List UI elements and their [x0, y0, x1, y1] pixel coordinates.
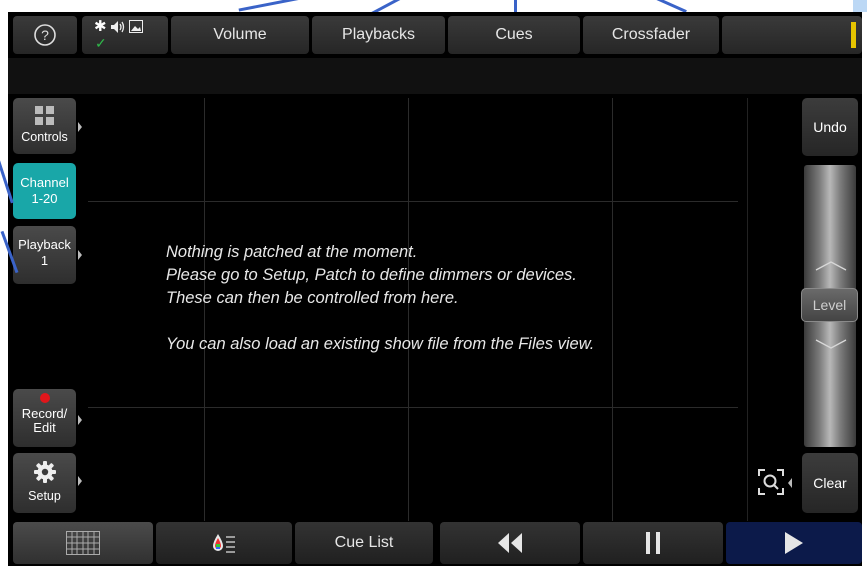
- image-icon: [128, 20, 143, 33]
- brightness-icon: ✱: [94, 18, 107, 35]
- expand-arrow-icon: [78, 250, 82, 260]
- sidebar-item-sublabel: Edit: [33, 420, 56, 435]
- pause-button[interactable]: [583, 522, 723, 564]
- level-fader-handle[interactable]: Level: [801, 288, 858, 322]
- svg-text:?: ?: [41, 27, 49, 43]
- status-indicator: [851, 22, 856, 48]
- rewind-button[interactable]: [440, 522, 580, 564]
- tab-cues[interactable]: Cues: [448, 16, 580, 54]
- sidebar-item-playback[interactable]: Playback 1: [13, 226, 76, 284]
- tab-crossfader[interactable]: Crossfader: [583, 16, 719, 54]
- record-dot-icon: [39, 393, 50, 403]
- tab-label: Volume: [213, 26, 267, 43]
- expand-arrow-icon: [78, 415, 82, 425]
- app-window: ? ✱ ✓ Volume Playbacks Cues Crossfader C…: [8, 12, 862, 566]
- status-check-icon: ✓: [95, 35, 107, 51]
- cue-list-button[interactable]: Cue List: [295, 522, 433, 564]
- status-icons-panel[interactable]: ✱ ✓: [82, 16, 168, 54]
- tab-label: Playbacks: [342, 26, 415, 43]
- help-circle-icon: ?: [34, 24, 56, 46]
- grid-line: [204, 98, 205, 521]
- status-tab[interactable]: [722, 16, 862, 54]
- grid-line: [88, 201, 738, 202]
- sidebar-item-label: Channel: [20, 175, 69, 190]
- expand-arrow-icon: [78, 476, 82, 486]
- grid-view-button[interactable]: [13, 522, 153, 564]
- corner-highlight: [853, 0, 867, 12]
- sidebar-item-sublabel: 1: [40, 253, 49, 268]
- grid-line: [408, 98, 409, 521]
- level-label: Level: [812, 297, 847, 313]
- collapse-arrow-icon: [788, 478, 792, 488]
- tab-label: Crossfader: [611, 26, 691, 43]
- gear-icon: [33, 461, 56, 483]
- pause-icon: [646, 532, 660, 554]
- color-palette-icon: [213, 534, 235, 553]
- empty-state-message-line: These can then be controlled from here.: [166, 289, 459, 307]
- grid-icon: [34, 106, 54, 125]
- grid-line: [612, 98, 613, 521]
- cue-list-label: Cue List: [334, 534, 394, 551]
- tab-playbacks[interactable]: Playbacks: [312, 16, 445, 54]
- sidebar-item-sublabel: 1-20: [31, 191, 58, 206]
- sidebar-item-label: Playback: [18, 237, 71, 252]
- sidebar-item-controls[interactable]: Controls: [13, 98, 76, 154]
- sidebar-item-label: Setup: [28, 489, 61, 503]
- speaker-icon: [110, 20, 124, 33]
- clear-label: Clear: [813, 475, 847, 491]
- tab-volume[interactable]: Volume: [171, 16, 309, 54]
- expand-arrow-icon: [78, 122, 82, 132]
- play-icon: [785, 532, 803, 554]
- sidebar-item-label: Record/: [21, 406, 68, 421]
- zoom-fit-icon[interactable]: [757, 468, 785, 496]
- tab-label: Cues: [495, 26, 533, 43]
- undo-button[interactable]: Undo: [802, 98, 858, 156]
- color-palette-button[interactable]: [156, 522, 292, 564]
- sidebar-item-channel[interactable]: Channel 1-20: [13, 163, 76, 219]
- rewind-icon: [498, 533, 522, 553]
- grid-line: [88, 407, 738, 408]
- level-down-arrow-icon: [815, 339, 847, 349]
- sidebar-item-record-edit[interactable]: Record/ Edit: [13, 389, 76, 447]
- play-button[interactable]: [726, 522, 862, 564]
- empty-state-message-line: Nothing is patched at the moment.: [166, 243, 418, 261]
- clear-button[interactable]: Clear: [802, 453, 858, 513]
- sidebar-item-setup[interactable]: Setup: [13, 453, 76, 513]
- grid-view-icon: [66, 531, 100, 555]
- undo-label: Undo: [813, 119, 847, 135]
- sidebar-item-label: Controls: [21, 130, 68, 144]
- grid-line: [747, 98, 748, 521]
- annotation-stroke: [238, 0, 328, 12]
- help-button[interactable]: ?: [13, 16, 77, 54]
- toolbar-divider: [8, 58, 862, 94]
- empty-state-message-line: You can also load an existing show file …: [166, 335, 595, 353]
- empty-state-message-line: Please go to Setup, Patch to define dimm…: [166, 266, 577, 284]
- level-up-arrow-icon: [815, 261, 847, 271]
